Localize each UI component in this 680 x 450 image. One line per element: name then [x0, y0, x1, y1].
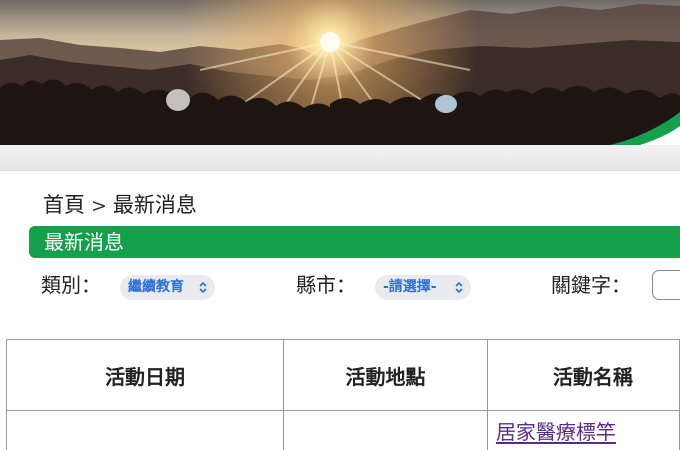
table-header-row: 活動日期 活動地點 活動名稱 — [5, 339, 680, 411]
cell-location — [283, 410, 488, 450]
breadcrumb: 首頁 > 最新消息 — [43, 190, 197, 221]
column-header-date: 活動日期 — [5, 339, 285, 411]
table-row: 居家醫療標竿 — [5, 410, 680, 450]
section-title-bar: 最新消息 — [29, 226, 680, 258]
category-label: 類別： — [41, 273, 101, 297]
category-select-value: 繼續教育 — [128, 279, 184, 295]
city-select[interactable]: -請選擇- — [375, 275, 471, 300]
sunrise-banner-graphic — [0, 0, 680, 145]
breadcrumb-home-link[interactable]: 首頁 — [43, 193, 85, 217]
events-table: 活動日期 活動地點 活動名稱 居家醫療標竿 — [5, 339, 680, 450]
city-select-value: -請選擇- — [383, 279, 437, 295]
banner-divider-bar — [0, 145, 680, 171]
breadcrumb-current: 最新消息 — [112, 193, 197, 217]
column-header-name: 活動名稱 — [486, 339, 680, 411]
breadcrumb-separator: > — [91, 195, 107, 217]
keyword-input[interactable] — [652, 270, 680, 300]
chevron-up-down-icon — [199, 281, 207, 294]
event-name-link[interactable]: 居家醫療標竿 — [496, 416, 616, 445]
header-banner-image — [0, 0, 680, 145]
column-header-location: 活動地點 — [283, 339, 488, 411]
section-title: 最新消息 — [44, 230, 124, 254]
cell-date — [5, 410, 285, 450]
page: 首頁 > 最新消息 最新消息 類別： 繼續教育 縣市： -請選擇- 關鍵字： 活動日… — [0, 0, 680, 450]
category-select[interactable]: 繼續教育 — [120, 275, 215, 300]
city-label: 縣市： — [296, 273, 356, 297]
keyword-label: 關鍵字： — [551, 273, 631, 297]
chevron-up-down-icon — [455, 281, 463, 294]
cell-name: 居家醫療標竿 — [486, 410, 680, 450]
